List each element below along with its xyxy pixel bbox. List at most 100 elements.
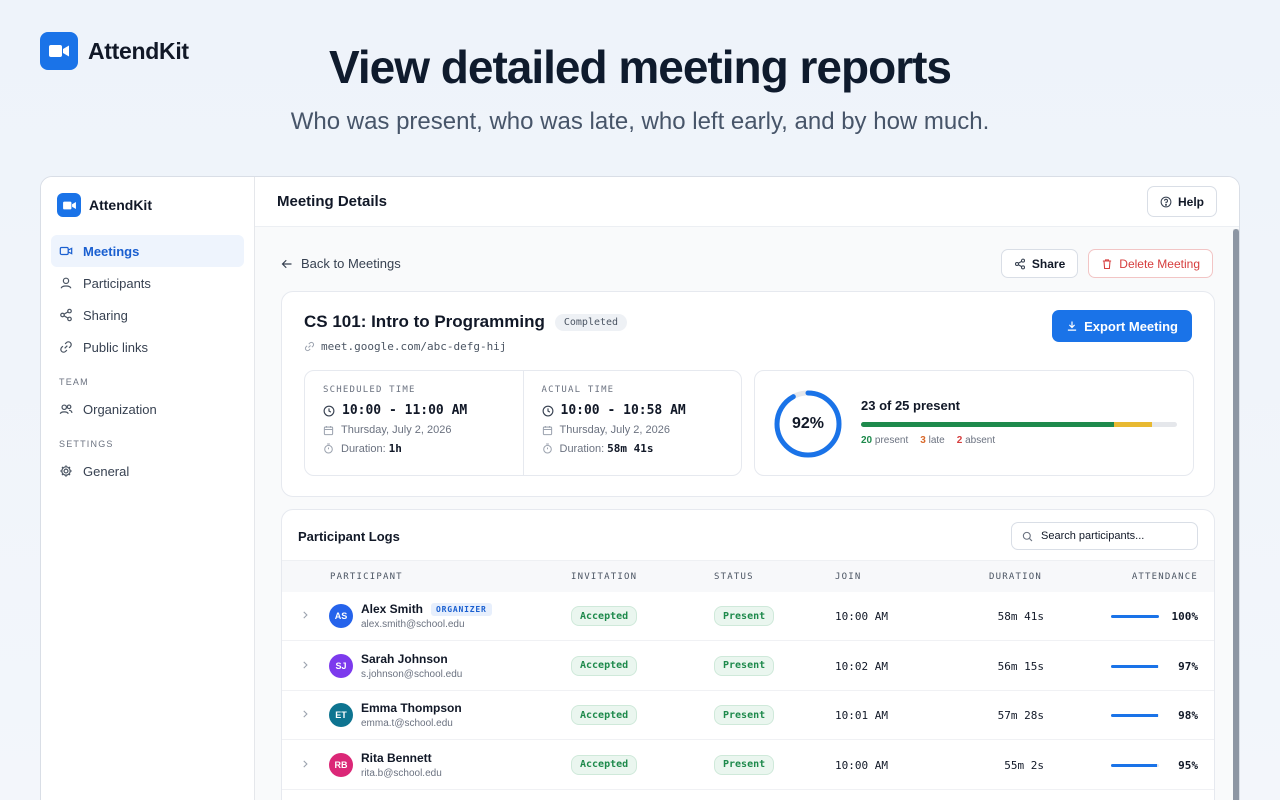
share-button[interactable]: Share (1000, 249, 1079, 278)
attendance-bar-fill (1111, 714, 1159, 717)
attendance-summary-text: 23 of 25 present (861, 398, 960, 413)
avatar: SJ (329, 653, 353, 678)
scrollbar[interactable] (1233, 229, 1239, 800)
attendance-value: 100% (1171, 610, 1199, 623)
stopwatch-icon (542, 443, 552, 454)
actual-time-value: 10:00 - 10:58 AM (560, 403, 686, 418)
column-attendance[interactable]: ATTENDANCE (1132, 572, 1198, 582)
chevron-right-icon[interactable] (300, 759, 310, 769)
download-icon (1067, 321, 1077, 331)
meeting-card: CS 101: Intro to Programming Completed m… (281, 291, 1215, 497)
avatar: AS (329, 604, 353, 628)
attendance-bar (1111, 664, 1159, 668)
present-count: 20 (861, 435, 873, 446)
attendance-bar-late (1113, 422, 1152, 427)
attendance-percent: 92% (791, 415, 825, 432)
legend-late: 3 late (920, 435, 944, 446)
participant-name-row: Sarah Johnson (361, 652, 448, 666)
participant-name: Sarah Johnson (361, 651, 448, 666)
join-time: 10:00 AM (835, 610, 888, 623)
sidebar-item-meetings[interactable]: Meetings (51, 235, 244, 267)
participant-name-row: Emma Thompson (361, 701, 462, 715)
invitation-badge: Accepted (571, 705, 638, 725)
scheduled-duration-row: Duration: 1h (323, 442, 505, 455)
chevron-right-icon[interactable] (300, 709, 310, 719)
back-to-meetings-link[interactable]: Back to Meetings (281, 256, 401, 271)
sidebar-item-label: General (83, 463, 130, 479)
calendar-icon (542, 425, 552, 435)
arrow-left-icon (281, 259, 292, 268)
participant-name-row: Alex Smith ORGANIZER (361, 602, 492, 616)
search-box[interactable] (1011, 522, 1198, 550)
users-icon (59, 404, 73, 415)
participant-name: Emma Thompson (361, 701, 462, 715)
join-time: 10:00 AM (835, 758, 888, 772)
sidebar-item-sharing[interactable]: Sharing (51, 299, 244, 331)
status-badge: Present (714, 655, 775, 676)
calendar-icon (323, 425, 334, 435)
attendance-value: 95% (1178, 758, 1198, 772)
sidebar-item-general[interactable]: General (51, 455, 244, 487)
column-duration[interactable]: DURATION (989, 572, 1042, 582)
back-link-label: Back to Meetings (301, 256, 401, 271)
topbar: Meeting Details Help (255, 177, 1239, 227)
table-row[interactable]: SJ Sarah Johnson s.johnson@school.edu Ac… (282, 642, 1214, 691)
attendance-summary: 92% 23 of 25 present 20 present 3 late 2… (754, 370, 1194, 476)
sidebar-brand[interactable]: AttendKit (51, 193, 244, 217)
duration-value: 56m 15s (997, 659, 1044, 673)
attendance-value: 97% (1178, 659, 1198, 673)
absent-label: absent (965, 435, 996, 446)
sidebar-section-settings: SETTINGS (59, 439, 114, 449)
attendance-bar (1111, 615, 1159, 618)
export-meeting-button[interactable]: Export Meeting (1052, 310, 1192, 342)
chevron-right-icon[interactable] (300, 660, 310, 670)
status-badge: Present (714, 606, 775, 626)
attendance-bar (1111, 714, 1159, 717)
table-row[interactable]: ET Emma Thompson emma.t@school.edu Accep… (282, 691, 1214, 740)
avatar: RB (329, 752, 353, 777)
scheduled-duration-label: Duration: (341, 442, 386, 455)
meeting-link[interactable]: meet.google.com/abc-defg-hij (304, 340, 506, 353)
delete-meeting-button[interactable]: Delete Meeting (1088, 249, 1213, 278)
sidebar-item-label: Public links (83, 339, 149, 355)
sidebar-item-public-links[interactable]: Public links (51, 331, 244, 363)
column-status[interactable]: STATUS (714, 572, 754, 582)
table-row[interactable]: AS Alex Smith ORGANIZER alex.smith@schoo… (282, 592, 1214, 641)
back-row: Back to Meetings Share Delete Meeting (281, 249, 1213, 278)
search-input[interactable] (1041, 530, 1181, 542)
duration-value: 58m 41s (997, 610, 1044, 623)
column-invitation[interactable]: INVITATION (571, 572, 637, 582)
help-icon (1160, 196, 1172, 207)
sidebar-item-label: Participants (83, 275, 151, 291)
export-button-label: Export Meeting (1084, 318, 1178, 334)
attendance-value: 98% (1178, 709, 1198, 722)
invitation-badge: Accepted (571, 655, 638, 676)
attendance-bar-present (861, 422, 1114, 427)
sidebar-brand-name: AttendKit (89, 197, 152, 213)
chevron-right-icon[interactable] (300, 610, 310, 620)
sidebar-item-organization[interactable]: Organization (51, 393, 244, 425)
absent-count: 2 (956, 435, 963, 446)
meeting-title-row: CS 101: Intro to Programming Completed (304, 312, 628, 332)
status-badge: Present (714, 754, 775, 775)
meeting-link-text: meet.google.com/abc-defg-hij (321, 340, 507, 353)
help-button[interactable]: Help (1146, 186, 1217, 217)
share-icon (60, 308, 72, 322)
scheduled-time-label: SCHEDULED TIME (323, 385, 416, 395)
search-icon (1022, 531, 1033, 541)
attendance-bar (861, 422, 1177, 427)
sidebar-item-label: Organization (83, 401, 157, 417)
actual-time-label: ACTUAL TIME (541, 385, 615, 395)
column-join[interactable]: JOIN (835, 572, 861, 582)
logs-header: Participant Logs (282, 510, 1214, 560)
participant-logs-card: Participant Logs PARTICIPANT INVITATION … (281, 509, 1215, 800)
attendance-bar-fill (1111, 664, 1158, 668)
table-row[interactable]: RB Rita Bennett rita.b@school.edu Accept… (282, 741, 1214, 790)
column-participant[interactable]: PARTICIPANT (330, 572, 403, 582)
join-time: 10:02 AM (835, 659, 888, 673)
clock-icon (323, 405, 335, 416)
scrollbar-thumb[interactable] (1233, 229, 1239, 800)
sidebar-item-label: Sharing (83, 307, 128, 323)
sidebar-item-participants[interactable]: Participants (51, 267, 244, 299)
share-icon (1014, 258, 1025, 269)
